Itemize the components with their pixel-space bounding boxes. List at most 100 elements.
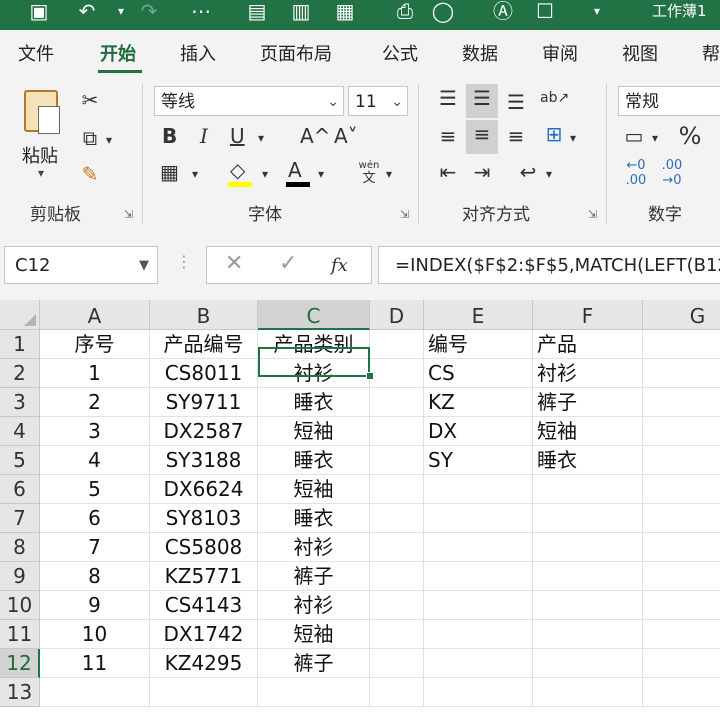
font-size-combo[interactable]: 11 ⌄ [348, 86, 408, 116]
cell-e12[interactable] [424, 649, 533, 678]
row-header-12[interactable]: 12 [0, 649, 40, 678]
format-icon[interactable]: ☐ [532, 0, 558, 26]
row-header-13[interactable]: 13 [0, 678, 40, 707]
cell-g1[interactable] [643, 330, 720, 359]
underline-button[interactable]: U [230, 122, 245, 150]
cell-g8[interactable] [643, 533, 720, 562]
font-name-combo[interactable]: 等线 ⌄ [154, 86, 344, 116]
cell-d12[interactable] [370, 649, 424, 678]
cancel-icon[interactable]: ✕ [225, 251, 243, 276]
cell-g6[interactable] [643, 475, 720, 504]
font-name-dropdown-icon[interactable]: ⌄ [327, 87, 339, 115]
font-color-button[interactable]: A [288, 156, 302, 184]
font-size-dropdown-icon[interactable]: ⌄ [391, 87, 403, 115]
tab-view[interactable]: 视图 [622, 40, 658, 66]
cell-b13[interactable] [150, 678, 258, 707]
wrap-text-icon[interactable]: ↩ [514, 158, 542, 186]
cell-e5[interactable]: SY [424, 446, 533, 475]
cell-c5[interactable]: 睡衣 [258, 446, 370, 475]
merge-center-icon[interactable]: ⊞ [540, 120, 568, 148]
accounting-dropdown-icon[interactable]: ▾ [652, 124, 658, 152]
shapes-icon[interactable]: ◯ [430, 0, 456, 26]
cell-a11[interactable]: 10 [40, 620, 150, 649]
fill-color-dropdown-icon[interactable]: ▾ [262, 160, 268, 188]
cell-b9[interactable]: KZ5771 [150, 562, 258, 591]
align-bottom-icon[interactable]: ☰ [502, 88, 530, 116]
table-icon[interactable]: ▤ [244, 0, 270, 26]
wrap-dropdown-icon[interactable]: ▾ [546, 160, 552, 188]
cell-d7[interactable] [370, 504, 424, 533]
cell-a9[interactable]: 8 [40, 562, 150, 591]
tab-home[interactable]: 开始 [100, 40, 136, 66]
cell-g7[interactable] [643, 504, 720, 533]
cell-c12[interactable]: 裤子 [258, 649, 370, 678]
cell-d5[interactable] [370, 446, 424, 475]
cell-f4[interactable]: 短袖 [533, 417, 643, 446]
cell-g10[interactable] [643, 591, 720, 620]
font-launcher-icon[interactable]: ⇲ [400, 208, 409, 221]
decrease-decimal-icon[interactable]: .00 →0 [656, 158, 688, 188]
cell-e13[interactable] [424, 678, 533, 707]
cell-e7[interactable] [424, 504, 533, 533]
name-box[interactable]: C12 ▼ [4, 246, 158, 284]
cell-g3[interactable] [643, 388, 720, 417]
row-header-10[interactable]: 10 [0, 591, 40, 620]
borders-dropdown-icon[interactable]: ▾ [192, 160, 198, 188]
cell-c8[interactable]: 衬衫 [258, 533, 370, 562]
column-header-a[interactable]: A [40, 300, 150, 330]
cell-c9[interactable]: 裤子 [258, 562, 370, 591]
cut-icon[interactable]: ✂ [78, 86, 102, 114]
cell-c13[interactable] [258, 678, 370, 707]
cell-a5[interactable]: 4 [40, 446, 150, 475]
cell-c6[interactable]: 短袖 [258, 475, 370, 504]
fill-color-icon[interactable]: ◇ [230, 156, 245, 184]
cell-c4[interactable]: 短袖 [258, 417, 370, 446]
align-left-icon[interactable]: ≡ [434, 122, 462, 150]
row-header-7[interactable]: 7 [0, 504, 40, 533]
cell-g13[interactable] [643, 678, 720, 707]
cell-c7[interactable]: 睡衣 [258, 504, 370, 533]
align-center-icon[interactable]: ≡ [466, 120, 498, 154]
cell-d8[interactable] [370, 533, 424, 562]
cell-d11[interactable] [370, 620, 424, 649]
tab-review[interactable]: 审阅 [542, 40, 578, 66]
tab-help[interactable]: 帮 [702, 40, 720, 66]
merge-dropdown-icon[interactable]: ▾ [570, 124, 576, 152]
copy-dropdown-icon[interactable]: ▾ [106, 126, 112, 154]
column-header-c[interactable]: C [258, 300, 370, 330]
cell-f13[interactable] [533, 678, 643, 707]
name-box-dropdown-icon[interactable]: ▼ [139, 247, 149, 285]
accounting-format-icon[interactable]: ▭ [620, 122, 648, 150]
tab-insert[interactable]: 插入 [180, 40, 216, 66]
cell-b4[interactable]: DX2587 [150, 417, 258, 446]
enter-icon[interactable]: ✓ [279, 251, 297, 276]
cell-f5[interactable]: 睡衣 [533, 446, 643, 475]
cell-a12[interactable]: 11 [40, 649, 150, 678]
decrease-indent-icon[interactable]: ⇤ [434, 158, 462, 186]
copy-icon[interactable]: ⧉ [78, 124, 102, 152]
borders-icon[interactable]: ▦ [160, 158, 179, 186]
row-header-1[interactable]: 1 [0, 330, 40, 359]
cell-f2[interactable]: 衬衫 [533, 359, 643, 388]
cell-a8[interactable]: 7 [40, 533, 150, 562]
cell-e11[interactable] [424, 620, 533, 649]
cell-a7[interactable]: 6 [40, 504, 150, 533]
tab-page-layout[interactable]: 页面布局 [260, 40, 332, 66]
insert-function-button[interactable]: fx [331, 255, 348, 276]
cell-d13[interactable] [370, 678, 424, 707]
font-color-dropdown-icon[interactable]: ▾ [318, 160, 324, 188]
cell-b8[interactable]: CS5808 [150, 533, 258, 562]
cell-b11[interactable]: DX1742 [150, 620, 258, 649]
decrease-font-button[interactable]: A˅ [334, 122, 358, 150]
cell-d6[interactable] [370, 475, 424, 504]
bold-button[interactable]: B [162, 122, 177, 150]
column-header-b[interactable]: B [150, 300, 258, 330]
textbox-icon[interactable]: Ⓐ [490, 0, 516, 26]
cell-g2[interactable] [643, 359, 720, 388]
cell-e9[interactable] [424, 562, 533, 591]
cell-e8[interactable] [424, 533, 533, 562]
cell-d9[interactable] [370, 562, 424, 591]
insert-icon[interactable]: ▦ [332, 0, 358, 26]
column-header-d[interactable]: D [370, 300, 424, 330]
cell-a2[interactable]: 1 [40, 359, 150, 388]
